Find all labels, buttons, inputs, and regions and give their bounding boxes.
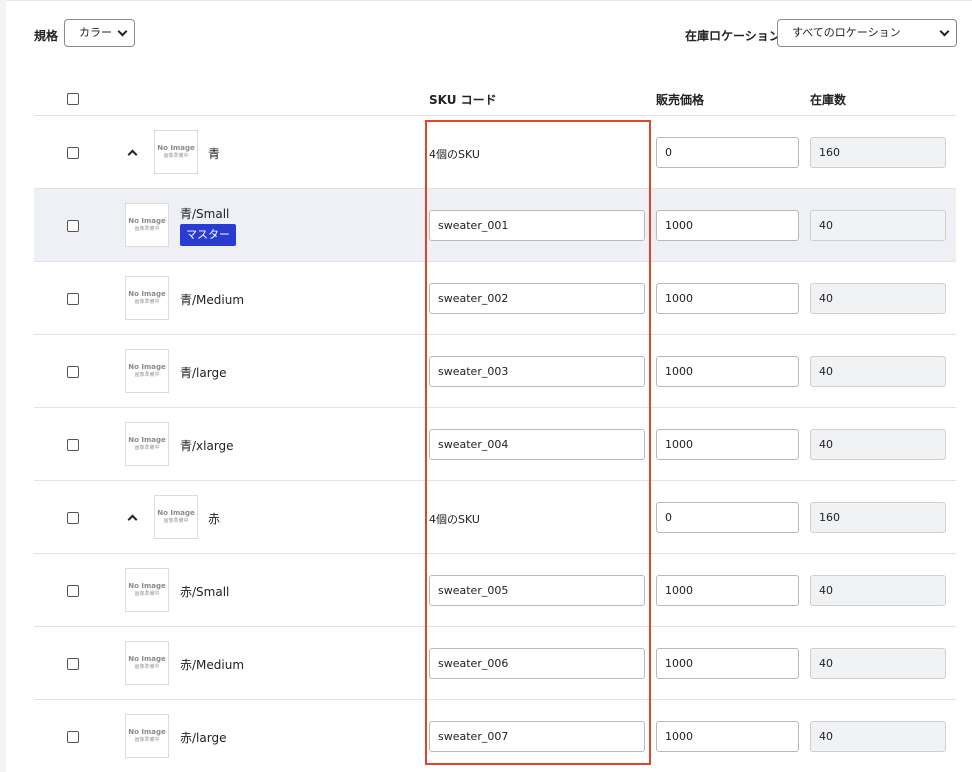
table-row: No Image 画像準備中 青/large sweater_003 1000 40 (34, 335, 956, 408)
spec-select-value: カラー (79, 26, 112, 39)
price-input[interactable]: 1000 (656, 356, 799, 387)
row-checkbox[interactable] (67, 512, 79, 524)
no-image-text: No Image (128, 728, 166, 736)
stock-field: 160 (810, 502, 946, 533)
group-name: 青 (208, 147, 221, 161)
header-sku: SKU コード (429, 93, 497, 107)
no-image-subtext: 画像準備中 (163, 518, 189, 524)
table-row: No Image 画像準備中 赤/Small sweater_005 1000 40 (34, 554, 956, 627)
price-input[interactable]: 1000 (656, 721, 799, 752)
no-image-subtext: 画像準備中 (163, 153, 189, 159)
table-row: No Image 画像準備中 赤/Medium sweater_006 1000 40 (34, 627, 956, 700)
sku-input[interactable]: sweater_002 (429, 283, 645, 314)
table-header: SKU コード 販売価格 在庫数 (34, 82, 956, 116)
variant-name: 青/large (180, 366, 227, 380)
left-edge (0, 0, 6, 772)
no-image-subtext: 画像準備中 (134, 664, 160, 670)
product-thumbnail: No Image 画像準備中 (125, 276, 169, 320)
no-image-text: No Image (128, 217, 166, 225)
row-checkbox[interactable] (67, 731, 79, 743)
product-thumbnail: No Image 画像準備中 (154, 495, 198, 539)
stock-field: 40 (810, 721, 946, 752)
sku-input[interactable]: sweater_001 (429, 210, 645, 241)
no-image-text: No Image (128, 363, 166, 371)
product-thumbnail: No Image 画像準備中 (125, 714, 169, 758)
spec-select[interactable]: カラー (64, 19, 135, 47)
stock-field: 40 (810, 356, 946, 387)
row-checkbox[interactable] (67, 293, 79, 305)
stock-field: 40 (810, 210, 946, 241)
master-badge: マスター (180, 224, 236, 246)
stock-field: 40 (810, 648, 946, 679)
row-checkbox[interactable] (67, 147, 79, 159)
row-checkbox[interactable] (67, 220, 79, 232)
header-price: 販売価格 (656, 93, 705, 107)
no-image-text: No Image (157, 144, 195, 152)
price-input[interactable]: 1000 (656, 648, 799, 679)
price-input[interactable]: 0 (656, 137, 799, 168)
sku-input[interactable]: sweater_004 (429, 429, 645, 460)
group-row: No Image 画像準備中赤 4個のSKU 0 160 (34, 481, 956, 554)
price-input[interactable]: 1000 (656, 210, 799, 241)
filter-bar: 規格 カラー 在庫ロケーション すべてのロケーション (0, 0, 972, 60)
collapse-icon[interactable] (127, 149, 138, 160)
table-row: No Image 画像準備中 青/xlarge sweater_004 1000 40 (34, 408, 956, 481)
variant-name: 赤/Medium (180, 658, 245, 672)
group-name: 赤 (208, 512, 221, 526)
variant-name: 赤/large (180, 731, 227, 745)
table-row: No Image 画像準備中 青/Small マスター sweater_001 1000 4… (34, 189, 956, 262)
no-image-subtext: 画像準備中 (134, 737, 160, 743)
variant-name: 青/Small (180, 207, 230, 221)
header-stock: 在庫数 (810, 93, 847, 107)
product-thumbnail: No Image 画像準備中 (125, 641, 169, 685)
variant-name: 青/Medium (180, 293, 245, 307)
row-checkbox[interactable] (67, 658, 79, 670)
stock-field: 40 (810, 283, 946, 314)
select-all-checkbox[interactable] (67, 93, 79, 105)
row-checkbox[interactable] (67, 585, 79, 597)
sku-input[interactable]: sweater_003 (429, 356, 645, 387)
no-image-subtext: 画像準備中 (134, 591, 160, 597)
price-input[interactable]: 1000 (656, 575, 799, 606)
variant-name: 青/xlarge (180, 439, 234, 453)
table-row: No Image 画像準備中 青/Medium sweater_002 1000 40 (34, 262, 956, 335)
group-row: No Image 画像準備中青 4個のSKU 0 160 (34, 116, 956, 189)
location-select[interactable]: すべてのロケーション (777, 19, 957, 47)
no-image-text: No Image (128, 655, 166, 663)
stock-field: 160 (810, 137, 946, 168)
collapse-icon[interactable] (127, 514, 138, 525)
location-label: 在庫ロケーション (685, 29, 781, 43)
no-image-subtext: 画像準備中 (134, 372, 160, 378)
no-image-subtext: 画像準備中 (134, 445, 160, 451)
no-image-subtext: 画像準備中 (134, 299, 160, 305)
no-image-text: No Image (128, 290, 166, 298)
product-thumbnail: No Image 画像準備中 (125, 349, 169, 393)
price-input[interactable]: 1000 (656, 429, 799, 460)
product-thumbnail: No Image 画像準備中 (125, 422, 169, 466)
price-input[interactable]: 1000 (656, 283, 799, 314)
spec-label: 規格 (34, 29, 59, 43)
price-input[interactable]: 0 (656, 502, 799, 533)
table-row: No Image 画像準備中 赤/large sweater_007 1000 40 (34, 700, 956, 772)
stock-field: 40 (810, 429, 946, 460)
variant-name: 赤/Small (180, 585, 230, 599)
no-image-subtext: 画像準備中 (134, 226, 160, 232)
no-image-text: No Image (128, 582, 166, 590)
stock-field: 40 (810, 575, 946, 606)
location-select-value: すべてのロケーション (792, 26, 901, 39)
product-thumbnail: No Image 画像準備中 (125, 568, 169, 612)
chevron-down-icon (939, 26, 950, 37)
sku-input[interactable]: sweater_006 (429, 648, 645, 679)
chevron-down-icon (117, 26, 128, 37)
product-thumbnail: No Image 画像準備中 (154, 130, 198, 174)
sku-input[interactable]: sweater_005 (429, 575, 645, 606)
row-checkbox[interactable] (67, 439, 79, 451)
no-image-text: No Image (128, 436, 166, 444)
product-thumbnail: No Image 画像準備中 (125, 203, 169, 247)
row-checkbox[interactable] (67, 366, 79, 378)
sku-count: 4個のSKU (429, 148, 480, 161)
sku-input[interactable]: sweater_007 (429, 721, 645, 752)
no-image-text: No Image (157, 509, 195, 517)
sku-count: 4個のSKU (429, 513, 480, 526)
